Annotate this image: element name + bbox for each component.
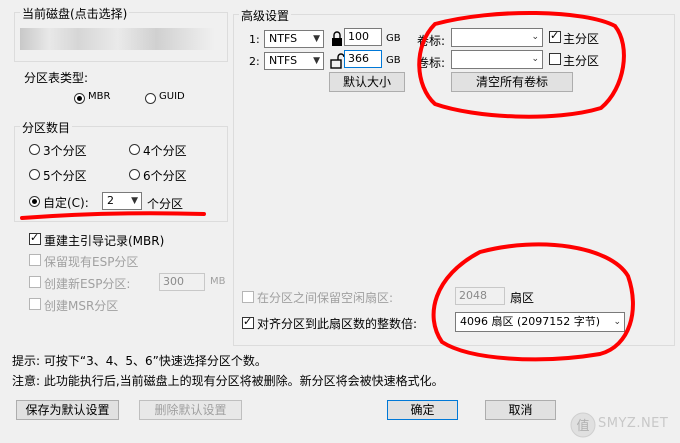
radio-mbr[interactable]	[74, 93, 85, 104]
checkbox-keep-esp[interactable]	[29, 254, 41, 266]
row2-index: 2:	[249, 55, 260, 68]
checkbox-row2-primary[interactable]	[549, 53, 561, 65]
disk-group-title: 当前磁盘(点击选择)	[20, 5, 130, 22]
save-default-button[interactable]: 保存为默认设置	[16, 400, 119, 420]
keep-esp-label: 保留现有ESP分区	[44, 255, 139, 269]
free-sectors-unit: 扇区	[510, 291, 535, 305]
chevron-down-icon: ⌄	[531, 32, 539, 42]
checkbox-align[interactable]	[242, 315, 254, 329]
checkbox-create-esp[interactable]	[29, 276, 41, 288]
row1-unit: GB	[386, 33, 401, 44]
radio-5-label: 5个分区	[43, 169, 87, 183]
row2-volume-combo[interactable]: ⌄	[451, 50, 543, 69]
radio-custom-label: 自定(C):	[43, 196, 89, 210]
row2-unit: GB	[386, 55, 401, 66]
row2-fs-value: NTFS	[269, 54, 298, 67]
row2-size-field[interactable]: 366	[344, 50, 382, 68]
svg-text:值: 值	[576, 418, 589, 434]
disk-selector[interactable]	[20, 28, 215, 50]
chevron-down-icon: ▼	[131, 196, 138, 206]
row2-primary-label: 主分区	[563, 54, 600, 68]
default-size-button[interactable]: 默认大小	[329, 72, 405, 92]
chevron-down-icon: ▼	[313, 56, 320, 66]
custom-count-value: 2	[107, 194, 114, 207]
radio-custom[interactable]	[29, 196, 40, 207]
row1-fs-value: NTFS	[269, 32, 298, 45]
rebuild-mbr-label: 重建主引导记录(MBR)	[44, 234, 165, 248]
checkbox-free-sectors[interactable]	[242, 291, 254, 303]
radio-mbr-label: MBR	[88, 91, 111, 102]
chevron-down-icon: ▼	[313, 34, 320, 44]
custom-count-suffix: 个分区	[147, 197, 184, 211]
radio-4-label: 4个分区	[143, 144, 187, 158]
watermark: 值 SMYZ.NET	[570, 410, 676, 440]
checkbox-rebuild-mbr[interactable]	[29, 231, 41, 245]
lock-icon[interactable]	[330, 30, 344, 48]
chevron-down-icon: ⌄	[531, 54, 539, 64]
chevron-down-icon: ⌄	[613, 317, 621, 327]
clear-labels-button[interactable]: 清空所有卷标	[451, 72, 573, 92]
radio-3-label: 3个分区	[43, 144, 87, 158]
free-sectors-field[interactable]: 2048	[455, 287, 505, 305]
cancel-button[interactable]: 取消	[485, 400, 556, 420]
row1-size-field[interactable]: 100	[344, 28, 382, 46]
radio-3-partitions[interactable]	[29, 144, 40, 155]
watermark-text: SMYZ.NET	[598, 416, 669, 431]
tip-text: 提示: 可按下“3、4、5、6”快速选择分区个数。	[12, 354, 267, 368]
align-value: 4096 扇区 (2097152 字节)	[460, 315, 601, 328]
radio-5-partitions[interactable]	[29, 169, 40, 180]
row1-index: 1:	[249, 33, 260, 46]
checkbox-row1-primary[interactable]	[549, 29, 561, 43]
radio-4-partitions[interactable]	[129, 144, 140, 155]
radio-guid-label: GUID	[159, 91, 185, 102]
esp-size-field[interactable]: 300	[159, 273, 205, 291]
free-sectors-label: 在分区之间保留空闲扇区:	[257, 291, 394, 305]
align-combo[interactable]: 4096 扇区 (2097152 字节) ⌄	[455, 312, 625, 332]
row2-fs-combo[interactable]: NTFS ▼	[264, 52, 324, 70]
row1-volume-label: 卷标:	[417, 34, 446, 48]
radio-6-label: 6个分区	[143, 169, 187, 183]
create-esp-label: 创建新ESP分区:	[44, 277, 131, 291]
delete-default-button[interactable]: 删除默认设置	[139, 400, 242, 420]
row1-volume-combo[interactable]: ⌄	[451, 28, 543, 47]
align-label: 对齐分区到此扇区数的整数倍:	[257, 317, 418, 331]
custom-count-combo[interactable]: 2 ▼	[102, 192, 142, 210]
partition-table-label: 分区表类型:	[24, 71, 89, 85]
partition-count-title: 分区数目	[20, 119, 73, 136]
advanced-title: 高级设置	[239, 7, 292, 24]
row1-fs-combo[interactable]: NTFS ▼	[264, 30, 324, 48]
warning-text: 注意: 此功能执行后,当前磁盘上的现有分区将被删除。新分区将会被快速格式化。	[12, 374, 444, 388]
row1-primary-label: 主分区	[563, 32, 600, 46]
ok-button[interactable]: 确定	[387, 400, 458, 420]
radio-guid[interactable]	[145, 93, 156, 104]
watermark-logo-icon: 值	[570, 412, 596, 438]
checkbox-create-msr[interactable]	[29, 298, 41, 310]
esp-unit-label: MB	[210, 276, 226, 287]
unlock-icon[interactable]	[330, 52, 345, 70]
create-msr-label: 创建MSR分区	[44, 299, 119, 313]
radio-6-partitions[interactable]	[129, 169, 140, 180]
row2-volume-label: 卷标:	[417, 56, 446, 70]
